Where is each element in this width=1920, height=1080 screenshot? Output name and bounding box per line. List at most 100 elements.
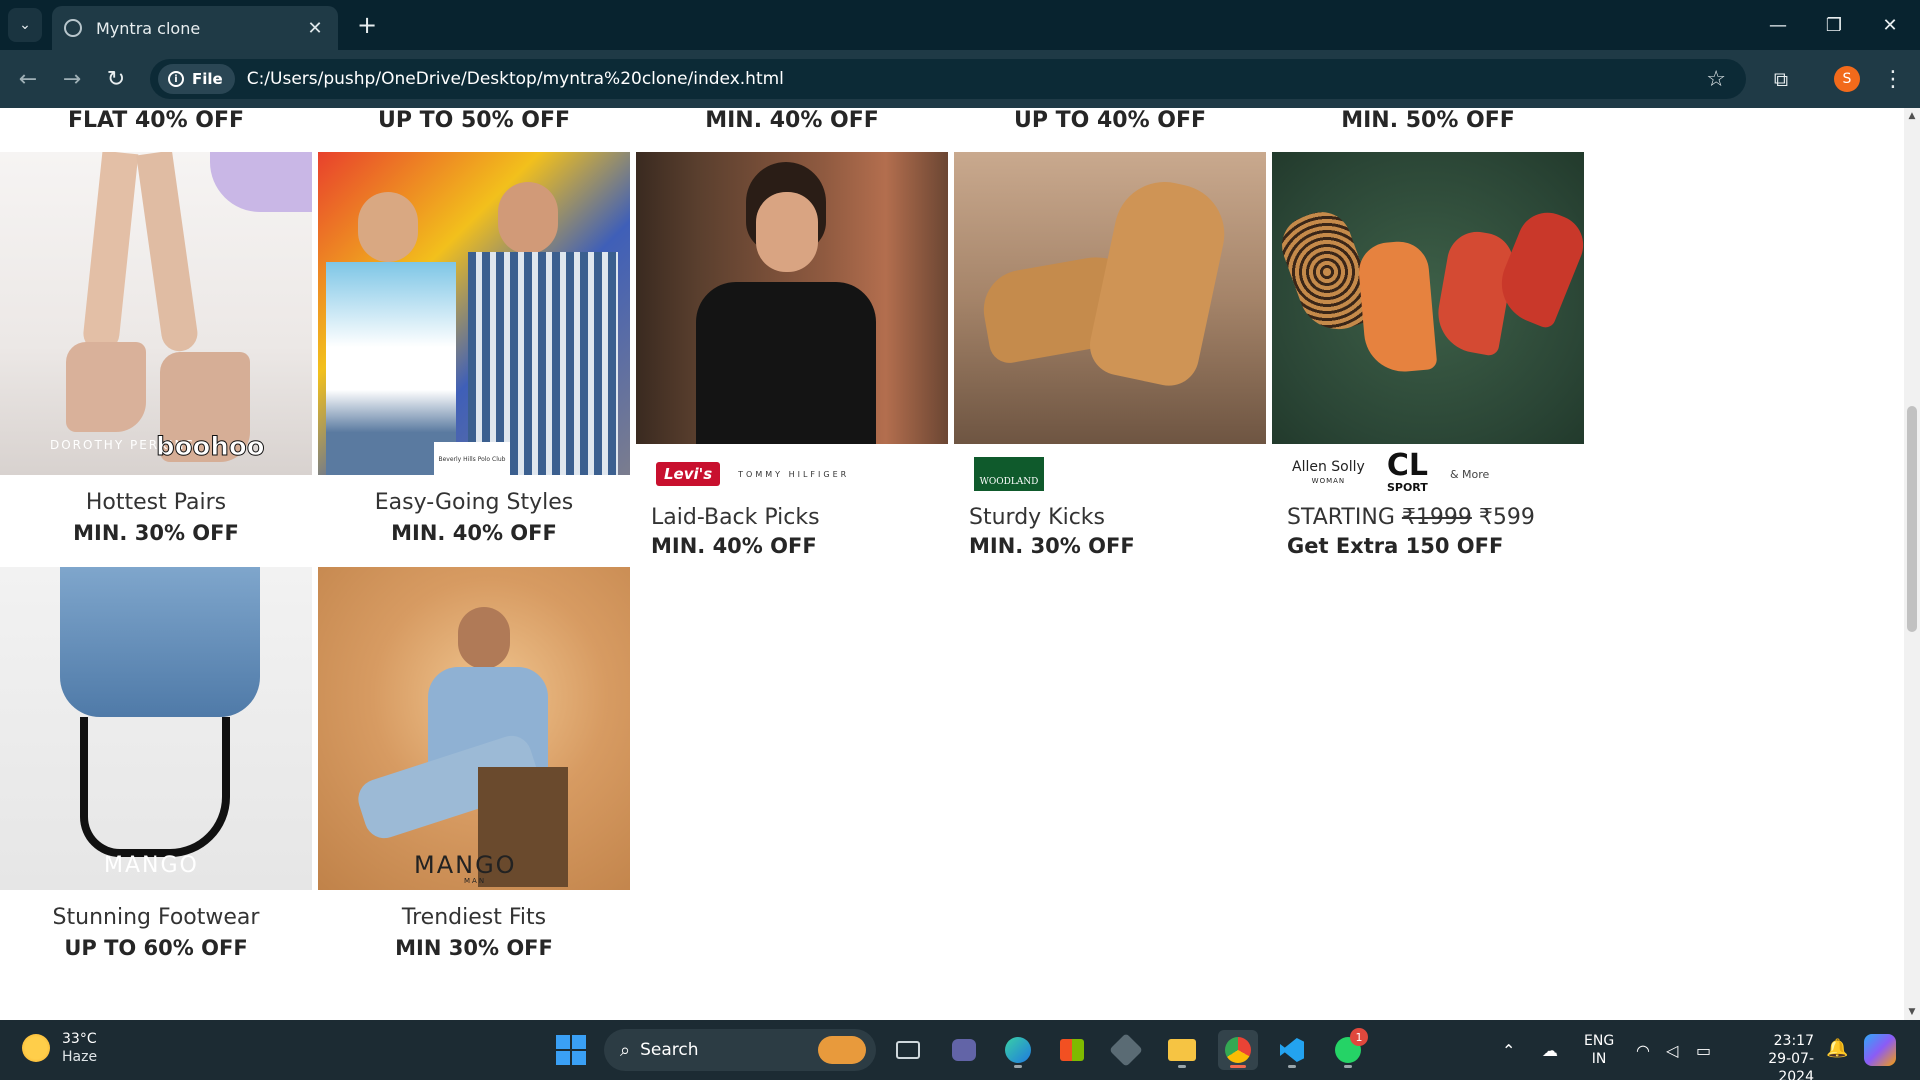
product-image[interactable]	[636, 152, 948, 444]
tab-strip: ⌄ Myntra clone ✕ + — ❐ ✕	[0, 0, 1920, 50]
new-tab-button[interactable]: +	[352, 10, 382, 40]
volume-icon[interactable]: ◁	[1666, 1020, 1678, 1080]
card-offer: MIN 30% OFF	[395, 936, 553, 960]
product-card-starting-price[interactable]: Allen Solly WOMAN CL SPORT & More STARTING…	[1272, 152, 1584, 560]
url-text[interactable]: C:/Users/pushp/OneDrive/Desktop/myntra%2…	[247, 69, 1707, 89]
notification-bell-icon[interactable]: 🔔	[1826, 1038, 1848, 1060]
weather-haze-icon	[22, 1034, 50, 1062]
shoe-shape	[1356, 239, 1438, 375]
product-card-laid-back-picks[interactable]: Levi's TOMMY HILFIGER Laid-Back Picks MI…	[636, 152, 948, 560]
product-image[interactable]	[1272, 152, 1584, 444]
brand-logo-woodland: WOODLAND	[974, 457, 1044, 491]
whatsapp-icon[interactable]: 1	[1328, 1028, 1368, 1070]
file-explorer-icon[interactable]	[1162, 1030, 1202, 1070]
extensions-puzzle-icon[interactable]: ⧉	[1766, 64, 1796, 94]
onedrive-cloud-icon[interactable]: ☁	[1542, 1020, 1558, 1080]
product-image[interactable]: DOROTHY PERKINS boohoo	[0, 152, 312, 475]
clock-date: 29-07-2024	[1768, 1051, 1814, 1080]
weather-temp: 33°C	[62, 1031, 97, 1047]
minimize-button[interactable]: —	[1750, 0, 1806, 50]
chrome-icon[interactable]	[1218, 1030, 1258, 1070]
weather-widget[interactable]: 33°C Haze	[22, 1030, 97, 1066]
heel-shape	[66, 342, 146, 432]
product-card-trendiest-fits[interactable]: MANGO MAN Trendiest Fits MIN 30% OFF	[318, 567, 630, 962]
product-image[interactable]	[954, 152, 1266, 444]
brand-logos: WOODLAND	[954, 444, 1266, 504]
teams-icon[interactable]	[944, 1030, 984, 1070]
taskbar-search[interactable]: ⌕ Search	[604, 1029, 876, 1071]
reload-button[interactable]: ↻	[100, 63, 132, 95]
heel-shape	[80, 717, 230, 857]
task-view-icon[interactable]	[888, 1030, 928, 1070]
brand-logos: Levi's TOMMY HILFIGER	[636, 444, 948, 504]
tab-title: Myntra clone	[96, 18, 201, 38]
windows-taskbar: 33°C Haze ⌕ Search 1 ⌃ ☁ ENG IN ◠ ◁ ▭ 23…	[0, 1020, 1920, 1080]
person-head	[498, 182, 558, 254]
price-new: ₹599	[1478, 505, 1535, 530]
page-viewport: FLAT 40% OFF UP TO 50% OFF MIN. 40% OFF …	[0, 108, 1920, 1020]
windows-start-icon[interactable]	[556, 1035, 586, 1065]
back-button[interactable]: ←	[12, 63, 44, 95]
bookmark-star-icon[interactable]: ☆	[1706, 67, 1726, 92]
search-icon: ⌕	[620, 1039, 631, 1061]
brand-logo-allen-solly: Allen Solly WOMAN	[1292, 459, 1365, 485]
person-head	[358, 192, 418, 262]
site-info-chip[interactable]: i File	[158, 64, 235, 94]
profile-avatar[interactable]: S	[1834, 66, 1860, 92]
tab-list-button[interactable]: ⌄	[8, 8, 42, 42]
language-indicator[interactable]: ENG IN	[1584, 1032, 1614, 1068]
forward-button[interactable]: →	[56, 63, 88, 95]
card-title: Laid-Back Picks	[651, 505, 820, 530]
browser-menu-icon[interactable]: ⋮	[1878, 64, 1908, 94]
address-bar[interactable]: i File C:/Users/pushp/OneDrive/Desktop/m…	[150, 59, 1746, 99]
brand-logo-mango: MANGO	[104, 853, 199, 878]
price-prefix: STARTING	[1287, 505, 1395, 530]
battery-icon[interactable]: ▭	[1696, 1020, 1711, 1080]
brand-logo-man-label: MAN	[464, 877, 487, 885]
search-highlight-icon	[818, 1036, 866, 1064]
brand-logo-boohoo: boohoo	[156, 432, 266, 463]
close-tab-icon[interactable]: ✕	[304, 18, 326, 39]
person-head	[756, 192, 818, 272]
card-offer: MIN. 40% OFF	[391, 521, 557, 545]
decor-shape	[210, 152, 312, 212]
close-window-button[interactable]: ✕	[1862, 0, 1918, 50]
product-card-stunning-footwear[interactable]: MANGO Stunning Footwear UP TO 60% OFF	[0, 567, 312, 962]
product-card-easy-going-styles[interactable]: Beverly Hills Polo Club Easy-Going Style…	[318, 152, 630, 547]
card-title: Easy-Going Styles	[374, 490, 574, 515]
person-head	[458, 607, 510, 669]
clock-time: 23:17	[1773, 1033, 1814, 1049]
edge-icon[interactable]	[998, 1030, 1038, 1070]
page-scrollbar[interactable]: ▲ ▼	[1904, 108, 1920, 1020]
product-card-sturdy-kicks[interactable]: WOODLAND Sturdy Kicks MIN. 30% OFF	[954, 152, 1266, 560]
product-image[interactable]: MANGO MAN	[318, 567, 630, 890]
product-image[interactable]: Beverly Hills Polo Club	[318, 152, 630, 475]
restore-button[interactable]: ❐	[1806, 0, 1862, 50]
product-image[interactable]: MANGO	[0, 567, 312, 890]
brand-logo-bhpc: Beverly Hills Polo Club	[434, 442, 510, 475]
card-title: Hottest Pairs	[85, 490, 227, 515]
scroll-up-arrow-icon[interactable]: ▲	[1904, 108, 1920, 124]
jeans-shape	[60, 567, 260, 717]
browser-toolbar: ← → ↻ i File C:/Users/pushp/OneDrive/Des…	[0, 50, 1920, 108]
vscode-icon[interactable]	[1272, 1030, 1312, 1070]
copilot-icon[interactable]	[1864, 1034, 1896, 1066]
chevron-down-icon: ⌄	[19, 17, 31, 33]
scrollbar-thumb[interactable]	[1907, 406, 1917, 632]
scroll-down-arrow-icon[interactable]: ▼	[1904, 1004, 1920, 1020]
system-clock[interactable]: 23:17 29-07-2024	[1738, 1032, 1814, 1080]
brand-logo-levis: Levi's	[656, 462, 721, 486]
weather-condition: Haze	[62, 1049, 98, 1065]
product-card-hottest-pairs[interactable]: DOROTHY PERKINS boohoo Hottest Pairs MIN…	[0, 152, 312, 547]
microsoft-store-icon[interactable]	[1052, 1030, 1092, 1070]
show-hidden-icons-chevron-up-icon[interactable]: ⌃	[1502, 1020, 1515, 1080]
settings-app-icon[interactable]	[1106, 1030, 1146, 1070]
card-offer: Get Extra 150 OFF	[1287, 534, 1504, 558]
wifi-icon[interactable]: ◠	[1636, 1020, 1650, 1080]
offer-text: UP TO 40% OFF	[1013, 108, 1207, 133]
card-offer: UP TO 60% OFF	[64, 936, 248, 960]
tab-active[interactable]: Myntra clone ✕	[52, 6, 338, 50]
shoe-shape	[1084, 172, 1234, 392]
brand-logo-cl-sport: CL SPORT	[1386, 448, 1428, 495]
card-offer: MIN. 30% OFF	[969, 534, 1135, 558]
